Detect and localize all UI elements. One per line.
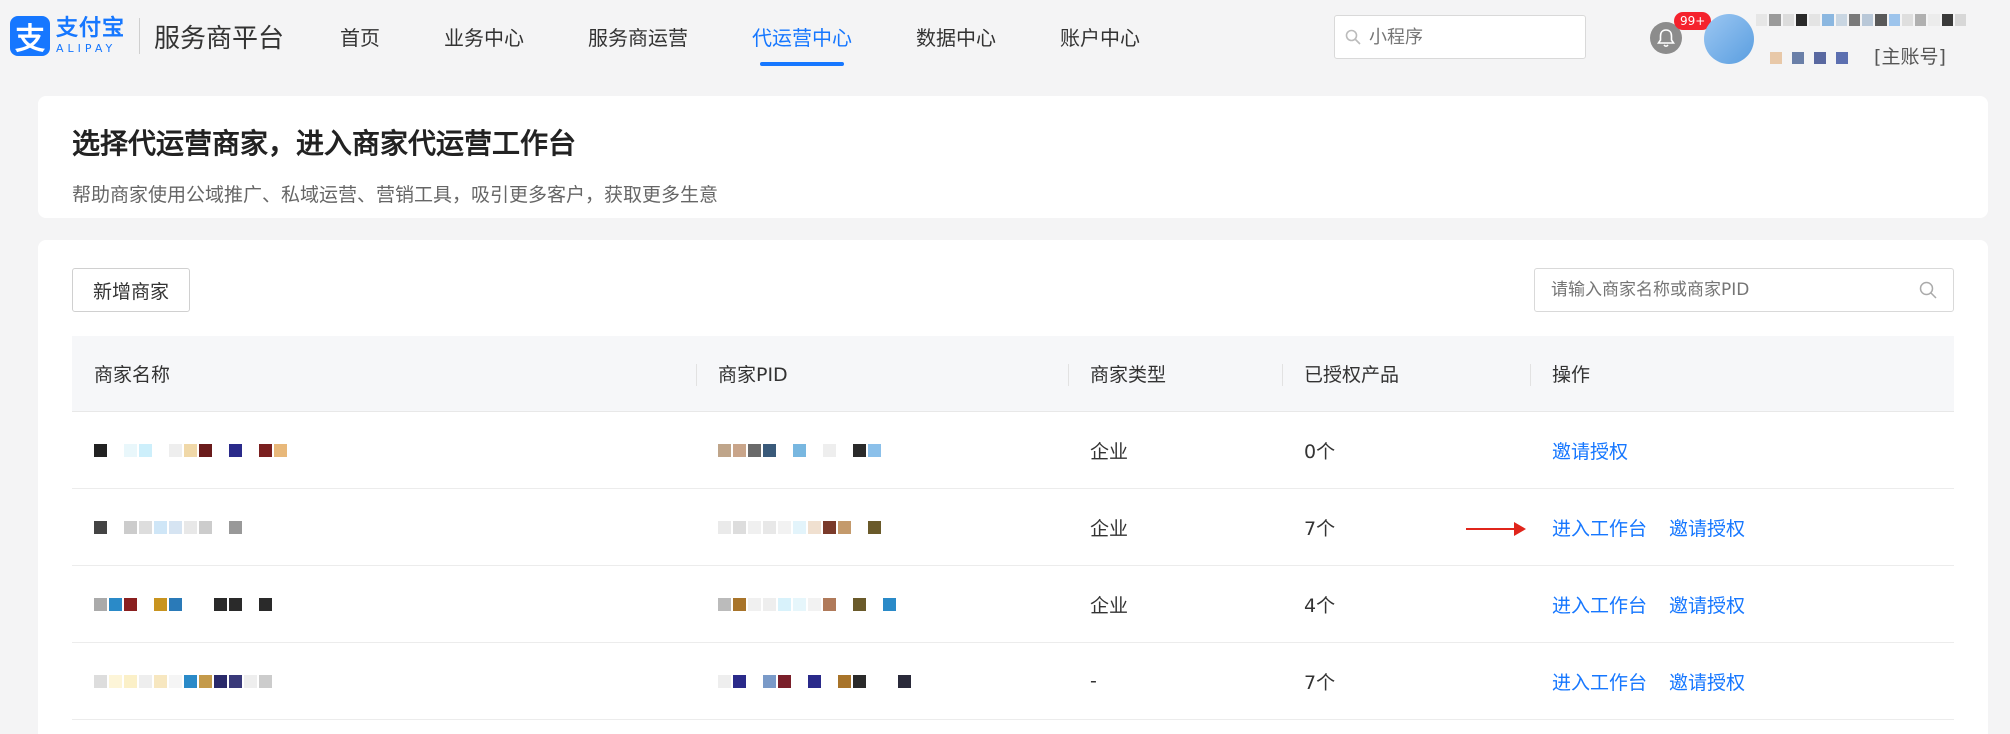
logo-en-text: ALIPAY: [56, 42, 117, 55]
merchant-pid-redacted: [718, 520, 881, 534]
authorized-products-count: 4个: [1304, 594, 1336, 617]
merchant-search-box[interactable]: [1534, 268, 1954, 312]
nav-data-center[interactable]: 数据中心: [916, 0, 996, 72]
list-toolbar: 新增商家: [72, 264, 1954, 312]
col-actions: 操作: [1530, 336, 1954, 412]
account-name-redacted: [1756, 14, 1966, 32]
authorized-products-count: 7个: [1304, 671, 1336, 694]
nav-business-center[interactable]: 业务中心: [444, 0, 524, 72]
invite-authorization-link[interactable]: 邀请授权: [1552, 437, 1628, 464]
col-merchant-name: 商家名称: [94, 364, 171, 386]
avatar[interactable]: [1704, 14, 1754, 64]
search-icon: [1345, 29, 1361, 45]
authorized-products-count: 0个: [1304, 440, 1336, 463]
enter-workbench-link[interactable]: 进入工作台: [1552, 668, 1647, 695]
merchant-name-redacted: [94, 597, 272, 611]
intro-card: 选择代运营商家，进入商家代运营工作台 帮助商家使用公域推广、私域运营、营销工具，…: [38, 96, 1988, 218]
table-row: 企业 4个 进入工作台 邀请授权: [72, 566, 1954, 643]
account-subline: [主账号]: [1770, 42, 1946, 69]
search-icon[interactable]: [1919, 281, 1937, 299]
add-merchant-button[interactable]: 新增商家: [72, 268, 191, 312]
alipay-icon: 支: [10, 16, 50, 57]
page-title: 选择代运营商家，进入商家代运营工作台: [72, 127, 577, 160]
invite-authorization-link[interactable]: 邀请授权: [1669, 514, 1745, 541]
merchant-type: -: [1090, 670, 1097, 692]
invite-authorization-link[interactable]: 邀请授权: [1669, 591, 1745, 618]
merchant-table: 商家名称 商家PID 商家类型 已授权产品 操作 企业 0个 邀请授权 企业 7…: [72, 336, 1954, 720]
merchant-type: 企业: [1090, 440, 1129, 463]
merchant-type: 企业: [1090, 594, 1129, 617]
logo-cn-text: 支付宝: [56, 16, 126, 41]
merchant-search-input[interactable]: [1551, 280, 1919, 300]
table-row: 企业 0个 邀请授权: [72, 412, 1954, 489]
merchant-pid-redacted: [718, 597, 896, 611]
col-merchant-type: 商家类型: [1068, 336, 1282, 412]
account-role-label: [主账号]: [1874, 46, 1946, 68]
table-row: - 7个 进入工作台 邀请授权: [72, 643, 1954, 720]
enter-workbench-link[interactable]: 进入工作台: [1552, 591, 1647, 618]
col-merchant-pid: 商家PID: [696, 336, 1068, 412]
annotation-arrow-icon: [1466, 521, 1526, 536]
platform-title: 服务商平台: [154, 23, 285, 54]
nav-home[interactable]: 首页: [340, 0, 380, 72]
page-description: 帮助商家使用公域推广、私域运营、营销工具，吸引更多客户，获取更多生意: [72, 184, 719, 206]
nav-provider-ops[interactable]: 服务商运营: [588, 0, 688, 72]
table-header: 商家名称 商家PID 商家类型 已授权产品 操作: [72, 336, 1954, 412]
logo-divider: [139, 18, 141, 54]
nav-agency-ops-center[interactable]: 代运营中心: [752, 0, 852, 72]
col-authorized-products: 已授权产品: [1282, 336, 1530, 412]
main-nav: 首页 业务中心 服务商运营 代运营中心 数据中心 账户中心: [340, 0, 1204, 72]
merchant-type: 企业: [1090, 517, 1129, 540]
enter-workbench-link[interactable]: 进入工作台: [1552, 514, 1647, 541]
merchant-name-redacted: [94, 520, 242, 534]
top-search-input[interactable]: [1369, 26, 1569, 48]
nav-account-center[interactable]: 账户中心: [1060, 0, 1140, 72]
merchant-name-redacted: [94, 443, 287, 457]
merchant-pid-redacted: [718, 674, 911, 688]
top-search-box[interactable]: [1334, 15, 1586, 59]
merchant-pid-redacted: [718, 443, 881, 457]
account-id-redacted: [1770, 51, 1848, 64]
top-header: 支 支付宝 ALIPAY 服务商平台 首页 业务中心 服务商运营 代运营中心 数…: [0, 0, 2010, 72]
merchant-name-redacted: [94, 674, 272, 688]
table-row: 企业 7个 进入工作台 邀请授权: [72, 489, 1954, 566]
invite-authorization-link[interactable]: 邀请授权: [1669, 668, 1745, 695]
alipay-logo[interactable]: 支 支付宝 ALIPAY 服务商平台: [10, 16, 285, 57]
